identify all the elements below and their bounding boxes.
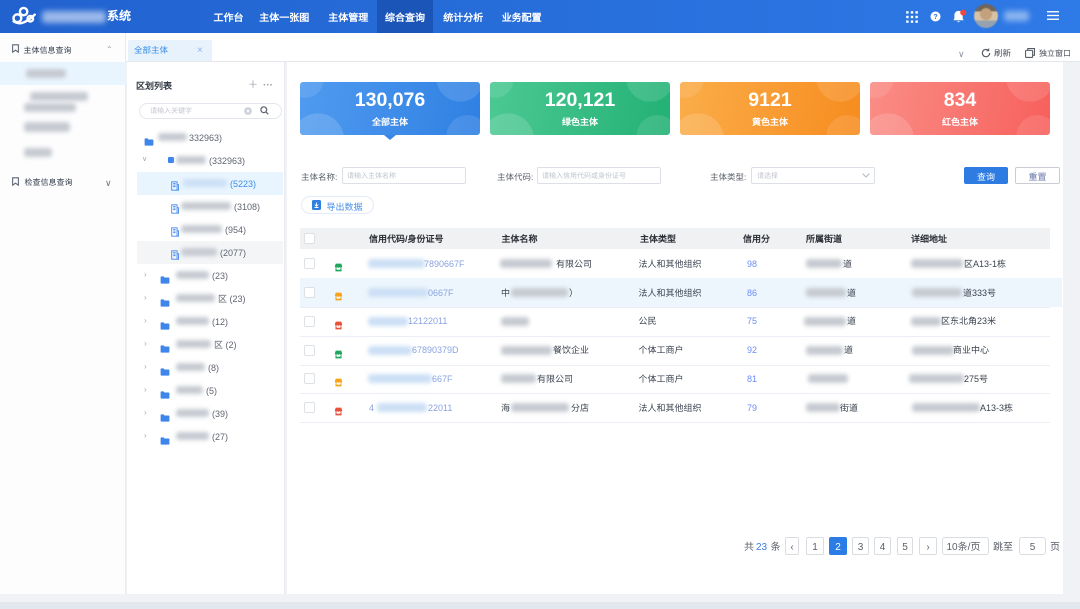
svg-text:?: ?: [933, 14, 937, 21]
